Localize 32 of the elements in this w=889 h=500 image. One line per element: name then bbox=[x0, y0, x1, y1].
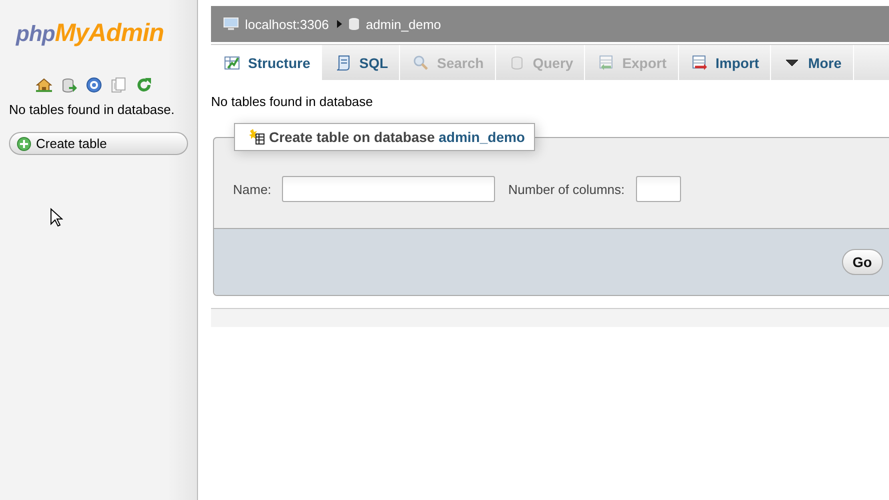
tab[interactable]: SQL bbox=[322, 45, 400, 80]
new-table-icon bbox=[249, 129, 265, 145]
go-button[interactable]: Go bbox=[842, 249, 883, 275]
columns-label: Number of columns: bbox=[508, 182, 625, 196]
table-icon bbox=[224, 54, 240, 70]
search-icon bbox=[413, 54, 430, 70]
home-icon[interactable] bbox=[36, 77, 52, 93]
database-icon bbox=[348, 17, 360, 31]
legend-title: Create table on database admin_demo bbox=[269, 129, 525, 145]
database-link[interactable]: admin_demo bbox=[438, 129, 525, 145]
scroll-icon bbox=[335, 54, 352, 70]
logo: phpMyAdmin bbox=[16, 18, 164, 49]
server-icon bbox=[223, 17, 239, 31]
info-message: No tables found in database bbox=[211, 94, 373, 109]
arrow-icon bbox=[336, 20, 342, 28]
name-input[interactable] bbox=[282, 176, 496, 202]
breadcrumb-link[interactable]: admin_demo bbox=[348, 16, 441, 32]
database-arrow-icon[interactable] bbox=[61, 77, 77, 93]
create-table-button[interactable]: Create table bbox=[9, 132, 188, 155]
tab[interactable]: Import bbox=[678, 45, 772, 80]
help-icon[interactable] bbox=[86, 77, 102, 93]
name-label: Name: bbox=[233, 182, 272, 196]
database-icon bbox=[508, 54, 525, 70]
tab[interactable]: More bbox=[771, 45, 854, 80]
documents-icon[interactable] bbox=[111, 77, 127, 93]
breadcrumb-link[interactable]: localhost:3306 bbox=[223, 16, 329, 32]
tab[interactable]: Structure bbox=[211, 45, 322, 80]
plus-icon bbox=[17, 136, 31, 150]
empty-message: No tables found in database. bbox=[9, 102, 175, 117]
mouse-pointer-icon bbox=[50, 208, 63, 227]
reload-icon[interactable] bbox=[136, 77, 152, 93]
columns-input[interactable] bbox=[636, 176, 681, 202]
